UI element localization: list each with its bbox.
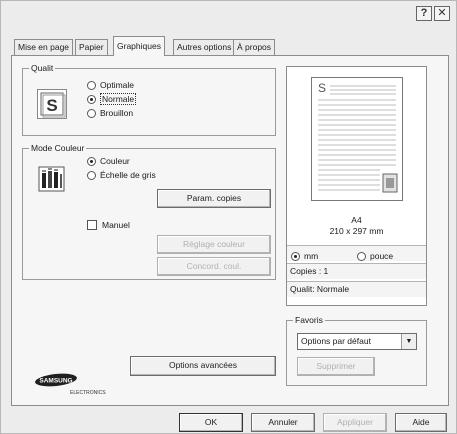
logo-sub-text: ELECTRONICS [70,390,106,396]
favorites-group: Favoris Options par défaut ▼ Supprimer [286,315,427,386]
graphics-tab-panel: Qualit S Optimale Normale Brouillon Mode… [11,55,449,406]
radio-echelle-de-gris[interactable]: Échelle de gris [87,169,156,181]
advanced-options-button[interactable]: Options avancées [130,356,276,376]
manual-checkbox-box[interactable] [87,220,97,230]
tab-mise-en-page[interactable]: Mise en page [14,39,74,55]
radio-couleur-label: Couleur [100,156,130,166]
quality-group-title: Qualit [29,63,56,73]
tab-papier[interactable]: Papier [75,39,108,55]
radio-brouillon-dot[interactable] [87,108,96,118]
help-button[interactable]: ? [416,6,432,21]
color-match-button[interactable]: Concord. coul. [157,257,271,276]
color-mode-group: Mode Couleur Couleur Échelle de gris Par… [22,143,276,280]
color-mode-group-title: Mode Couleur [29,143,87,153]
radio-normale-dot[interactable] [87,94,96,104]
chevron-down-icon[interactable]: ▼ [401,334,416,349]
quality-icon: S [37,89,67,119]
favorites-select-value: Options par défaut [301,336,371,346]
page-preview: S A4 210 x 297 mm mm pouce Copies: 1 Qu… [286,66,427,306]
radio-echelle-de-gris-dot[interactable] [87,170,96,180]
close-button[interactable]: ✕ [434,6,450,21]
paper-name: A4 [351,215,362,225]
title-bar: ? ✕ [1,1,456,25]
help-footer-button[interactable]: Aide [395,413,447,432]
preview-page-letter: S [318,81,326,95]
favorites-select[interactable]: Options par défaut ▼ [297,333,417,350]
radio-pouce[interactable]: pouce [357,249,393,264]
copies-row: Copies : 1 [287,263,426,279]
color-cartridges-icon [37,163,67,193]
radio-normale-label: Normale [100,93,137,105]
manual-checkbox-label: Manuel [102,220,130,230]
delete-favorite-button[interactable]: Supprimer [297,357,375,376]
quality-icon-letter: S [46,96,57,115]
radio-optimale-dot[interactable] [87,80,96,90]
ok-button[interactable]: OK [179,413,243,432]
paper-info: A4 210 x 297 mm [287,215,426,237]
copy-settings-button[interactable]: Param. copies [157,189,271,208]
radio-pouce-label: pouce [370,251,394,261]
apply-button[interactable]: Appliquer [323,413,387,432]
radio-pouce-dot[interactable] [357,252,366,261]
radio-brouillon-label: Brouillon [100,108,134,118]
radio-optimale[interactable]: Optimale [87,79,134,91]
color-adjust-button[interactable]: Réglage couleur [157,235,271,254]
radio-mm-label: mm [304,251,319,261]
units-row: mm pouce [287,245,426,261]
preview-page: S [311,77,403,201]
tab-autres-options[interactable]: Autres options [173,39,236,55]
paper-size: 210 x 297 mm [329,226,384,236]
quality-group: Qualit S Optimale Normale Brouillon [22,63,276,136]
quality-row: Qualit: Normale [287,281,426,297]
radio-mm-dot[interactable] [291,252,300,261]
radio-brouillon[interactable]: Brouillon [87,107,133,119]
samsung-logo: SAMSUNG ELECTRONICS [34,372,114,398]
radio-couleur-dot[interactable] [87,156,96,166]
logo-brand-text: SAMSUNG [39,378,72,385]
tab-a-propos[interactable]: À propos [233,39,276,55]
printer-properties-dialog: ? ✕ Mise en page Papier Graphiques Autre… [0,0,457,434]
radio-optimale-label: Optimale [100,80,135,90]
radio-mm[interactable]: mm [291,249,318,264]
tab-graphiques[interactable]: Graphiques [113,36,165,56]
radio-echelle-de-gris-label: Échelle de gris [100,170,156,180]
favorites-group-title: Favoris [293,315,325,325]
radio-couleur[interactable]: Couleur [87,155,130,167]
cancel-button[interactable]: Annuler [251,413,315,432]
manual-checkbox[interactable]: Manuel [87,219,130,231]
radio-normale[interactable]: Normale [87,93,137,105]
